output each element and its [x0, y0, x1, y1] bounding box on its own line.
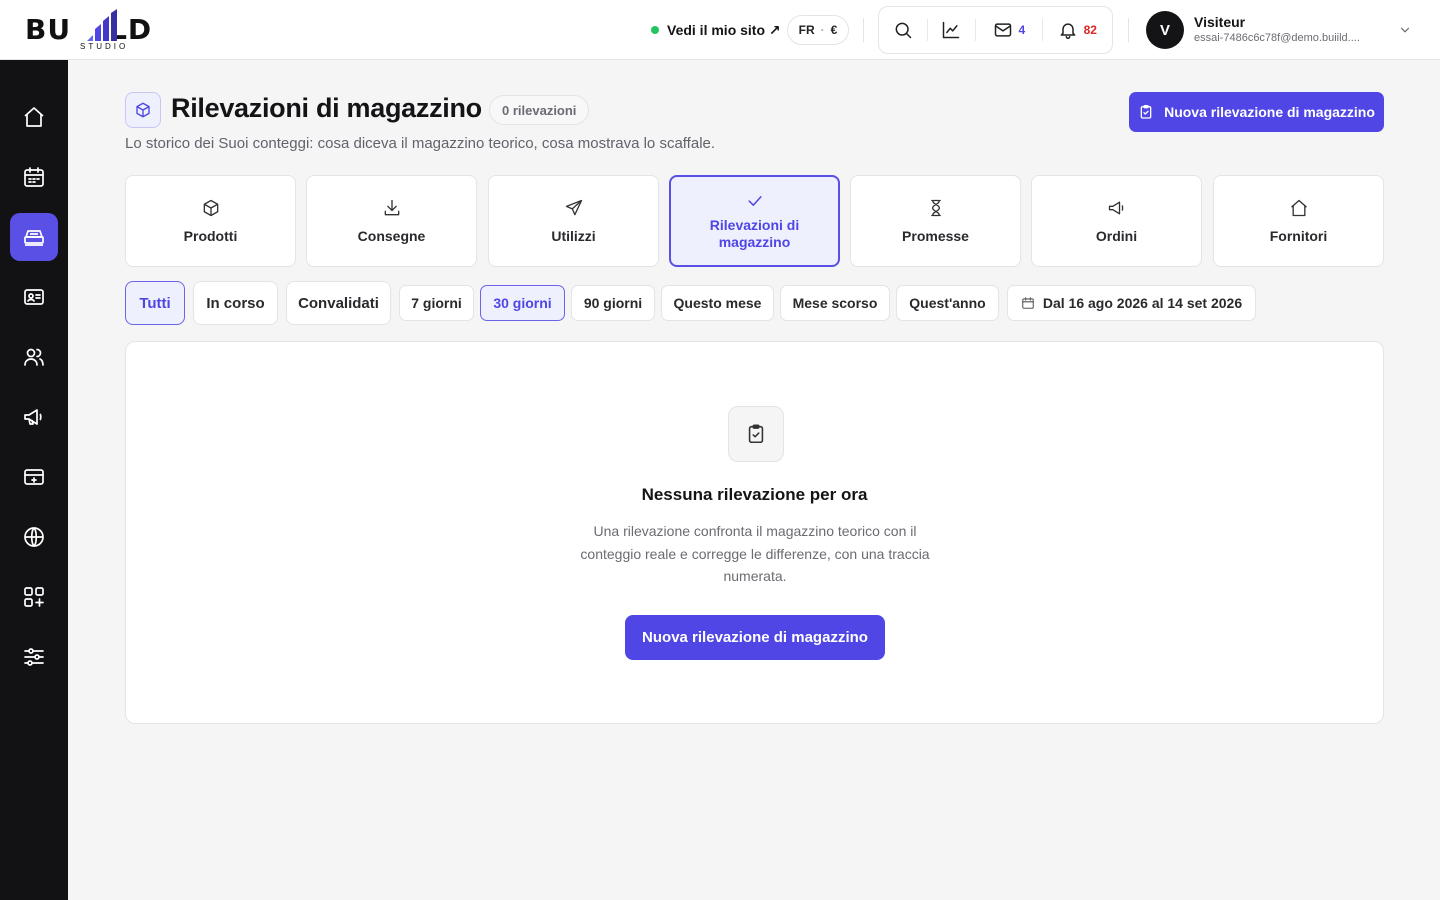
- download-icon: [384, 199, 399, 215]
- sidebar: [0, 60, 68, 900]
- header-tools: 4 82: [878, 6, 1113, 54]
- filter-status-validated[interactable]: Convalidati: [286, 281, 391, 325]
- sidebar-item-contacts[interactable]: [10, 273, 58, 321]
- filter-status-all[interactable]: Tutti: [125, 281, 185, 325]
- check-icon: [747, 196, 762, 206]
- top-bar: BULD STUDIO Vedi il mio sito ↗ FR · € 4: [0, 0, 1440, 60]
- filter-period-30-days[interactable]: 30 giorni: [480, 285, 565, 321]
- tab-utilizzi[interactable]: Utilizzi: [488, 175, 659, 267]
- sidebar-item-website[interactable]: [10, 513, 58, 561]
- lang-separator: ·: [820, 23, 825, 37]
- page-title: Rilevazioni di magazzino: [171, 93, 482, 123]
- messages-count: 4: [1018, 23, 1026, 37]
- empty-state-icon: [728, 406, 784, 462]
- tab-rilevazioni[interactable]: Rilevazioni di magazzino: [669, 175, 840, 267]
- view-site-label: Vedi il mio sito ↗: [667, 21, 781, 38]
- calendar-icon: [24, 167, 44, 187]
- sidebar-item-register[interactable]: [10, 213, 58, 261]
- filter-period-last-month[interactable]: Mese scorso: [780, 285, 890, 321]
- filter-period-90-days[interactable]: 90 giorni: [571, 285, 655, 321]
- user-menu[interactable]: V Visiteur essai-7486c6c78f@demo.buiild.…: [1146, 11, 1416, 49]
- empty-state-description: Una rilevazione confronta il magazzino t…: [580, 523, 930, 584]
- chevron-down-icon: [1400, 27, 1410, 33]
- register-icon: [24, 230, 44, 246]
- sidebar-item-home[interactable]: [10, 93, 58, 141]
- sidebar-item-users[interactable]: [10, 333, 58, 381]
- hourglass-icon: [930, 199, 941, 216]
- tab-consegne[interactable]: Consegne: [306, 175, 477, 267]
- online-status-dot: [651, 26, 659, 34]
- tab-ordini[interactable]: Ordini: [1031, 175, 1202, 267]
- home-icon: [24, 107, 44, 127]
- empty-state-title: Nessuna rilevazione per ora: [641, 485, 868, 504]
- user-email: essai-7486c6c78f@demo.buiild....: [1194, 32, 1360, 44]
- house-icon: [1290, 199, 1307, 216]
- send-icon: [565, 199, 582, 215]
- date-range-picker[interactable]: Dal 16 ago 2026 al 14 set 2026: [1007, 285, 1256, 321]
- clipboard-check-icon: [1140, 105, 1152, 119]
- calendar-icon: [1022, 297, 1034, 309]
- new-inventory-count-label: Nuova rilevazione di magazzino: [1164, 104, 1375, 120]
- header-divider: [1128, 18, 1129, 42]
- sidebar-item-payments[interactable]: [10, 453, 58, 501]
- tab-label: Fornitori: [1269, 227, 1328, 244]
- tab-label: Utilizzi: [551, 227, 596, 244]
- tab-label: Ordini: [1095, 227, 1138, 244]
- notifications-count: 82: [1083, 23, 1097, 37]
- sidebar-item-apps[interactable]: [10, 573, 58, 621]
- analytics-button[interactable]: [928, 7, 976, 53]
- tab-prodotti[interactable]: Prodotti: [125, 175, 296, 267]
- brand-logo[interactable]: BU LD STUDIO: [25, 9, 185, 53]
- date-range-label: Dal 16 ago 2026 al 14 set 2026: [1042, 295, 1243, 311]
- user-name: Visiteur: [1194, 14, 1246, 30]
- megaphone-icon: [1108, 201, 1123, 214]
- sidebar-item-calendar[interactable]: [10, 153, 58, 201]
- box-icon: [203, 199, 218, 216]
- results-panel: Nessuna rilevazione per ora Una rilevazi…: [125, 341, 1384, 724]
- apps-add-icon: [24, 587, 44, 607]
- language-code: FR: [798, 23, 815, 37]
- tab-label: Promesse: [902, 227, 969, 244]
- messages-button[interactable]: 4: [976, 7, 1041, 53]
- filter-period-this-year[interactable]: Quest'anno: [896, 285, 999, 321]
- megaphone-icon: [24, 409, 42, 425]
- chart-line-icon: [943, 21, 960, 39]
- payment-card-icon: [24, 469, 44, 485]
- clipboard-check-icon: [748, 424, 764, 444]
- page-title-icon: [125, 92, 161, 128]
- mail-icon: [994, 23, 1011, 37]
- avatar: V: [1146, 11, 1184, 49]
- filter-period-this-month[interactable]: Questo mese: [661, 285, 774, 321]
- bell-icon: [1060, 23, 1076, 40]
- currency-symbol: €: [830, 23, 838, 37]
- sidebar-item-settings[interactable]: [10, 633, 58, 681]
- header-divider: [863, 18, 864, 42]
- contact-card-icon: [24, 289, 44, 305]
- filter-status-in-progress[interactable]: In corso: [193, 281, 278, 325]
- box-icon: [136, 102, 150, 118]
- sliders-icon: [24, 648, 44, 666]
- language-currency-selector[interactable]: FR · €: [787, 15, 849, 45]
- view-site-link[interactable]: Vedi il mio sito ↗: [651, 20, 781, 40]
- search-button[interactable]: [879, 7, 927, 53]
- new-inventory-count-button[interactable]: Nuova rilevazione di magazzino: [1129, 92, 1384, 132]
- logo-bars-icon: [87, 9, 117, 41]
- tab-fornitori[interactable]: Fornitori: [1213, 175, 1384, 267]
- notifications-button[interactable]: 82: [1043, 7, 1112, 53]
- tab-label: Consegne: [357, 227, 426, 244]
- tab-label: Prodotti: [183, 227, 238, 244]
- count-badge: 0 rilevazioni: [489, 95, 590, 125]
- search-icon: [895, 22, 912, 39]
- page-subtitle: Lo storico dei Suoi conteggi: cosa dicev…: [125, 135, 716, 152]
- sidebar-item-marketing[interactable]: [10, 393, 58, 441]
- tab-label: Rilevazioni di magazzino: [709, 217, 800, 250]
- section-tabs: Prodotti Consegne Utilizzi Rilevazioni d…: [125, 175, 1384, 267]
- tab-promesse[interactable]: Promesse: [850, 175, 1021, 267]
- logo-subtitle: STUDIO: [80, 42, 129, 51]
- users-icon: [24, 348, 44, 366]
- empty-state-new-count-button[interactable]: Nuova rilevazione di magazzino: [625, 615, 885, 660]
- globe-icon: [24, 527, 44, 547]
- filter-period-7-days[interactable]: 7 giorni: [399, 285, 474, 321]
